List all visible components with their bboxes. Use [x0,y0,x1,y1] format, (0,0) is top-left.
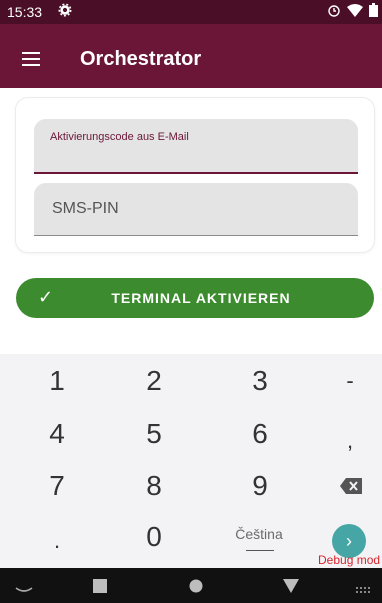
key-1[interactable]: 1 [12,356,102,406]
backspace-icon[interactable] [340,478,362,494]
alarm-icon [327,3,341,20]
activation-code-input[interactable] [50,149,344,168]
key-8[interactable]: 8 [109,461,199,511]
navigation-bar [0,568,382,603]
home-icon[interactable] [189,579,203,598]
menu-icon[interactable] [22,52,40,70]
activation-card: Aktivierungscode aus E-Mail [16,98,374,252]
recents-icon[interactable] [93,579,107,598]
sms-pin-field[interactable] [34,183,358,236]
activation-code-field[interactable]: Aktivierungscode aus E-Mail [34,119,358,174]
status-time: 15:33 [7,4,43,20]
activate-terminal-label: TERMINAL AKTIVIEREN [111,290,291,306]
key-7[interactable]: 7 [12,461,102,511]
language-switch-key[interactable]: Čeština [224,526,294,542]
activation-code-label: Aktivierungscode aus E-Mail [50,131,189,143]
app-bar: Orchestrator [0,24,382,88]
key-6[interactable]: 6 [215,409,305,459]
key-minus[interactable]: - [305,356,382,406]
battery-icon [369,3,378,20]
key-comma[interactable]: , [305,416,382,466]
key-3[interactable]: 3 [215,356,305,406]
key-2[interactable]: 2 [109,356,199,406]
back-icon[interactable] [283,579,299,598]
key-9[interactable]: 9 [215,461,305,511]
status-icons [327,3,378,20]
status-bar: 15:33 [0,0,382,24]
hide-keyboard-icon[interactable] [14,581,34,599]
space-indicator [246,550,274,551]
key-5[interactable]: 5 [109,409,199,459]
app-title: Orchestrator [80,48,202,70]
debug-mode-label: Debug mod [318,553,381,567]
key-4[interactable]: 4 [12,409,102,459]
sms-pin-input[interactable] [50,199,344,219]
keyboard-switch-icon[interactable] [356,582,370,600]
wifi-icon [347,3,363,20]
numeric-keyboard: 1 2 3 - 4 5 6 , 7 8 9 . 0 Čeština › Debu… [0,354,382,568]
activate-terminal-button[interactable]: ✓ TERMINAL AKTIVIEREN [16,278,374,318]
key-0[interactable]: 0 [109,512,199,562]
settings-gear-icon [58,3,72,20]
key-period[interactable]: . [12,516,102,566]
